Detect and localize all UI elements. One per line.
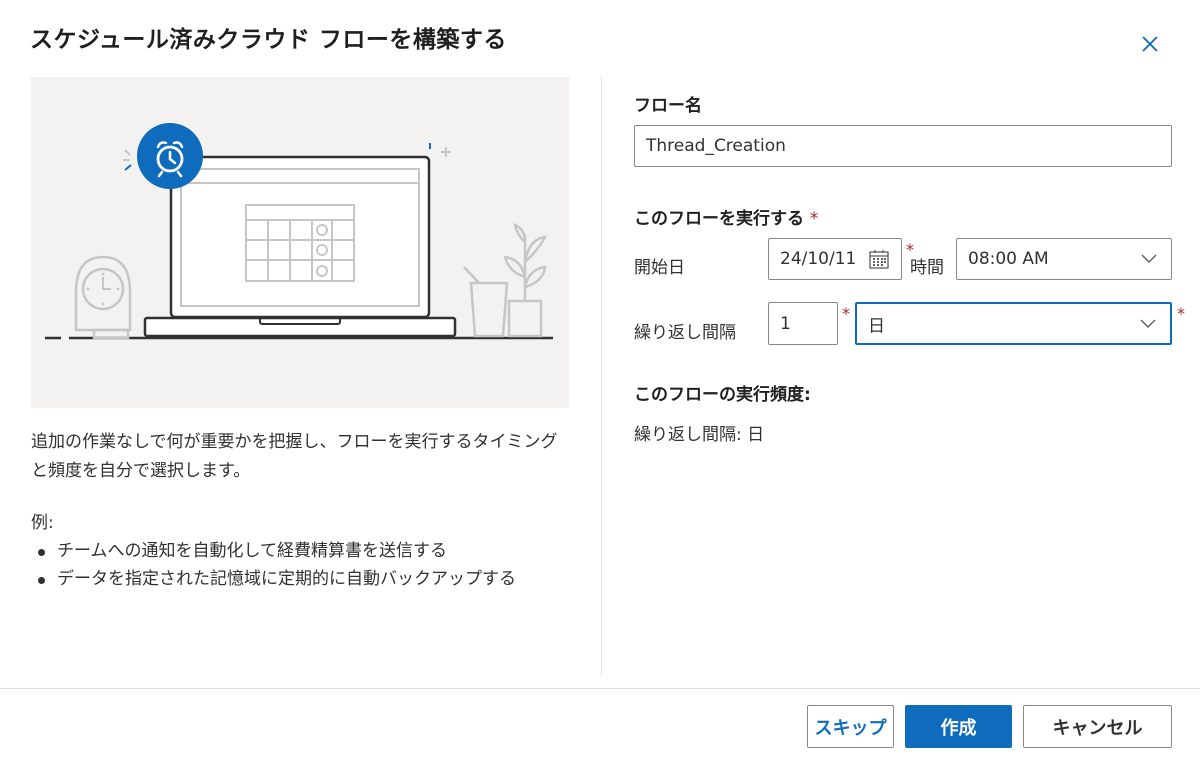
examples-heading: 例: [31,513,54,533]
desk-clock-illustration [74,255,132,340]
chevron-down-icon [1140,319,1156,328]
summary-text: 繰り返し間隔: 日 [634,425,765,445]
interval-label: 繰り返し間隔 [634,323,736,343]
required-marker: * [842,304,850,323]
list-item: チームへの通知を自動化して経費精算書を送信する [31,537,516,565]
close-button[interactable] [1136,30,1164,58]
description-text: 追加の作業なしで何が重要かを把握し、フローを実行するタイミングと頻度を自分で選択… [31,432,558,481]
alarm-clock-icon [137,123,203,189]
flow-name-label: フロー名 [634,96,702,116]
summary-label: このフローの実行頻度: [634,385,811,405]
laptop-calendar-illustration [45,123,553,340]
flow-name-input[interactable]: Thread_Creation [634,125,1172,167]
run-section-text: このフローを実行する [634,209,804,229]
examples-list: チームへの通知を自動化して経費精算書を送信する データを指定された記憶域に定期的… [31,537,516,593]
required-marker: * [1177,304,1185,323]
cup-illustration [463,266,509,338]
cancel-button[interactable]: キャンセル [1023,705,1172,748]
footer-divider [0,688,1200,689]
calendar-icon[interactable] [868,248,890,270]
time-value: 08:00 AM [968,249,1049,269]
create-button[interactable]: 作成 [905,705,1012,748]
illustration [31,77,569,408]
skip-button[interactable]: スキップ [807,705,894,748]
chevron-down-icon [1141,254,1157,263]
start-date-label: 開始日 [634,258,685,278]
start-date-picker[interactable]: 24/10/11 [768,238,902,280]
required-marker: * [809,209,819,229]
time-label: 時間 [910,258,944,278]
dialog-title: スケジュール済みクラウド フローを構築する [30,27,507,53]
list-item: データを指定された記憶域に定期的に自動バックアップする [31,565,516,593]
interval-input[interactable]: 1 [768,302,838,345]
run-section-label: このフローを実行する * [634,204,818,229]
interval-value: 1 [780,313,791,334]
frequency-dropdown[interactable]: 日 [855,302,1172,345]
frequency-value: 日 [868,316,885,336]
time-dropdown[interactable]: 08:00 AM [956,238,1172,280]
start-date-value: 24/10/11 [780,249,857,269]
plant-illustration [503,222,548,338]
flow-name-value: Thread_Creation [646,136,786,156]
column-divider [601,77,602,675]
close-icon [1142,36,1158,52]
